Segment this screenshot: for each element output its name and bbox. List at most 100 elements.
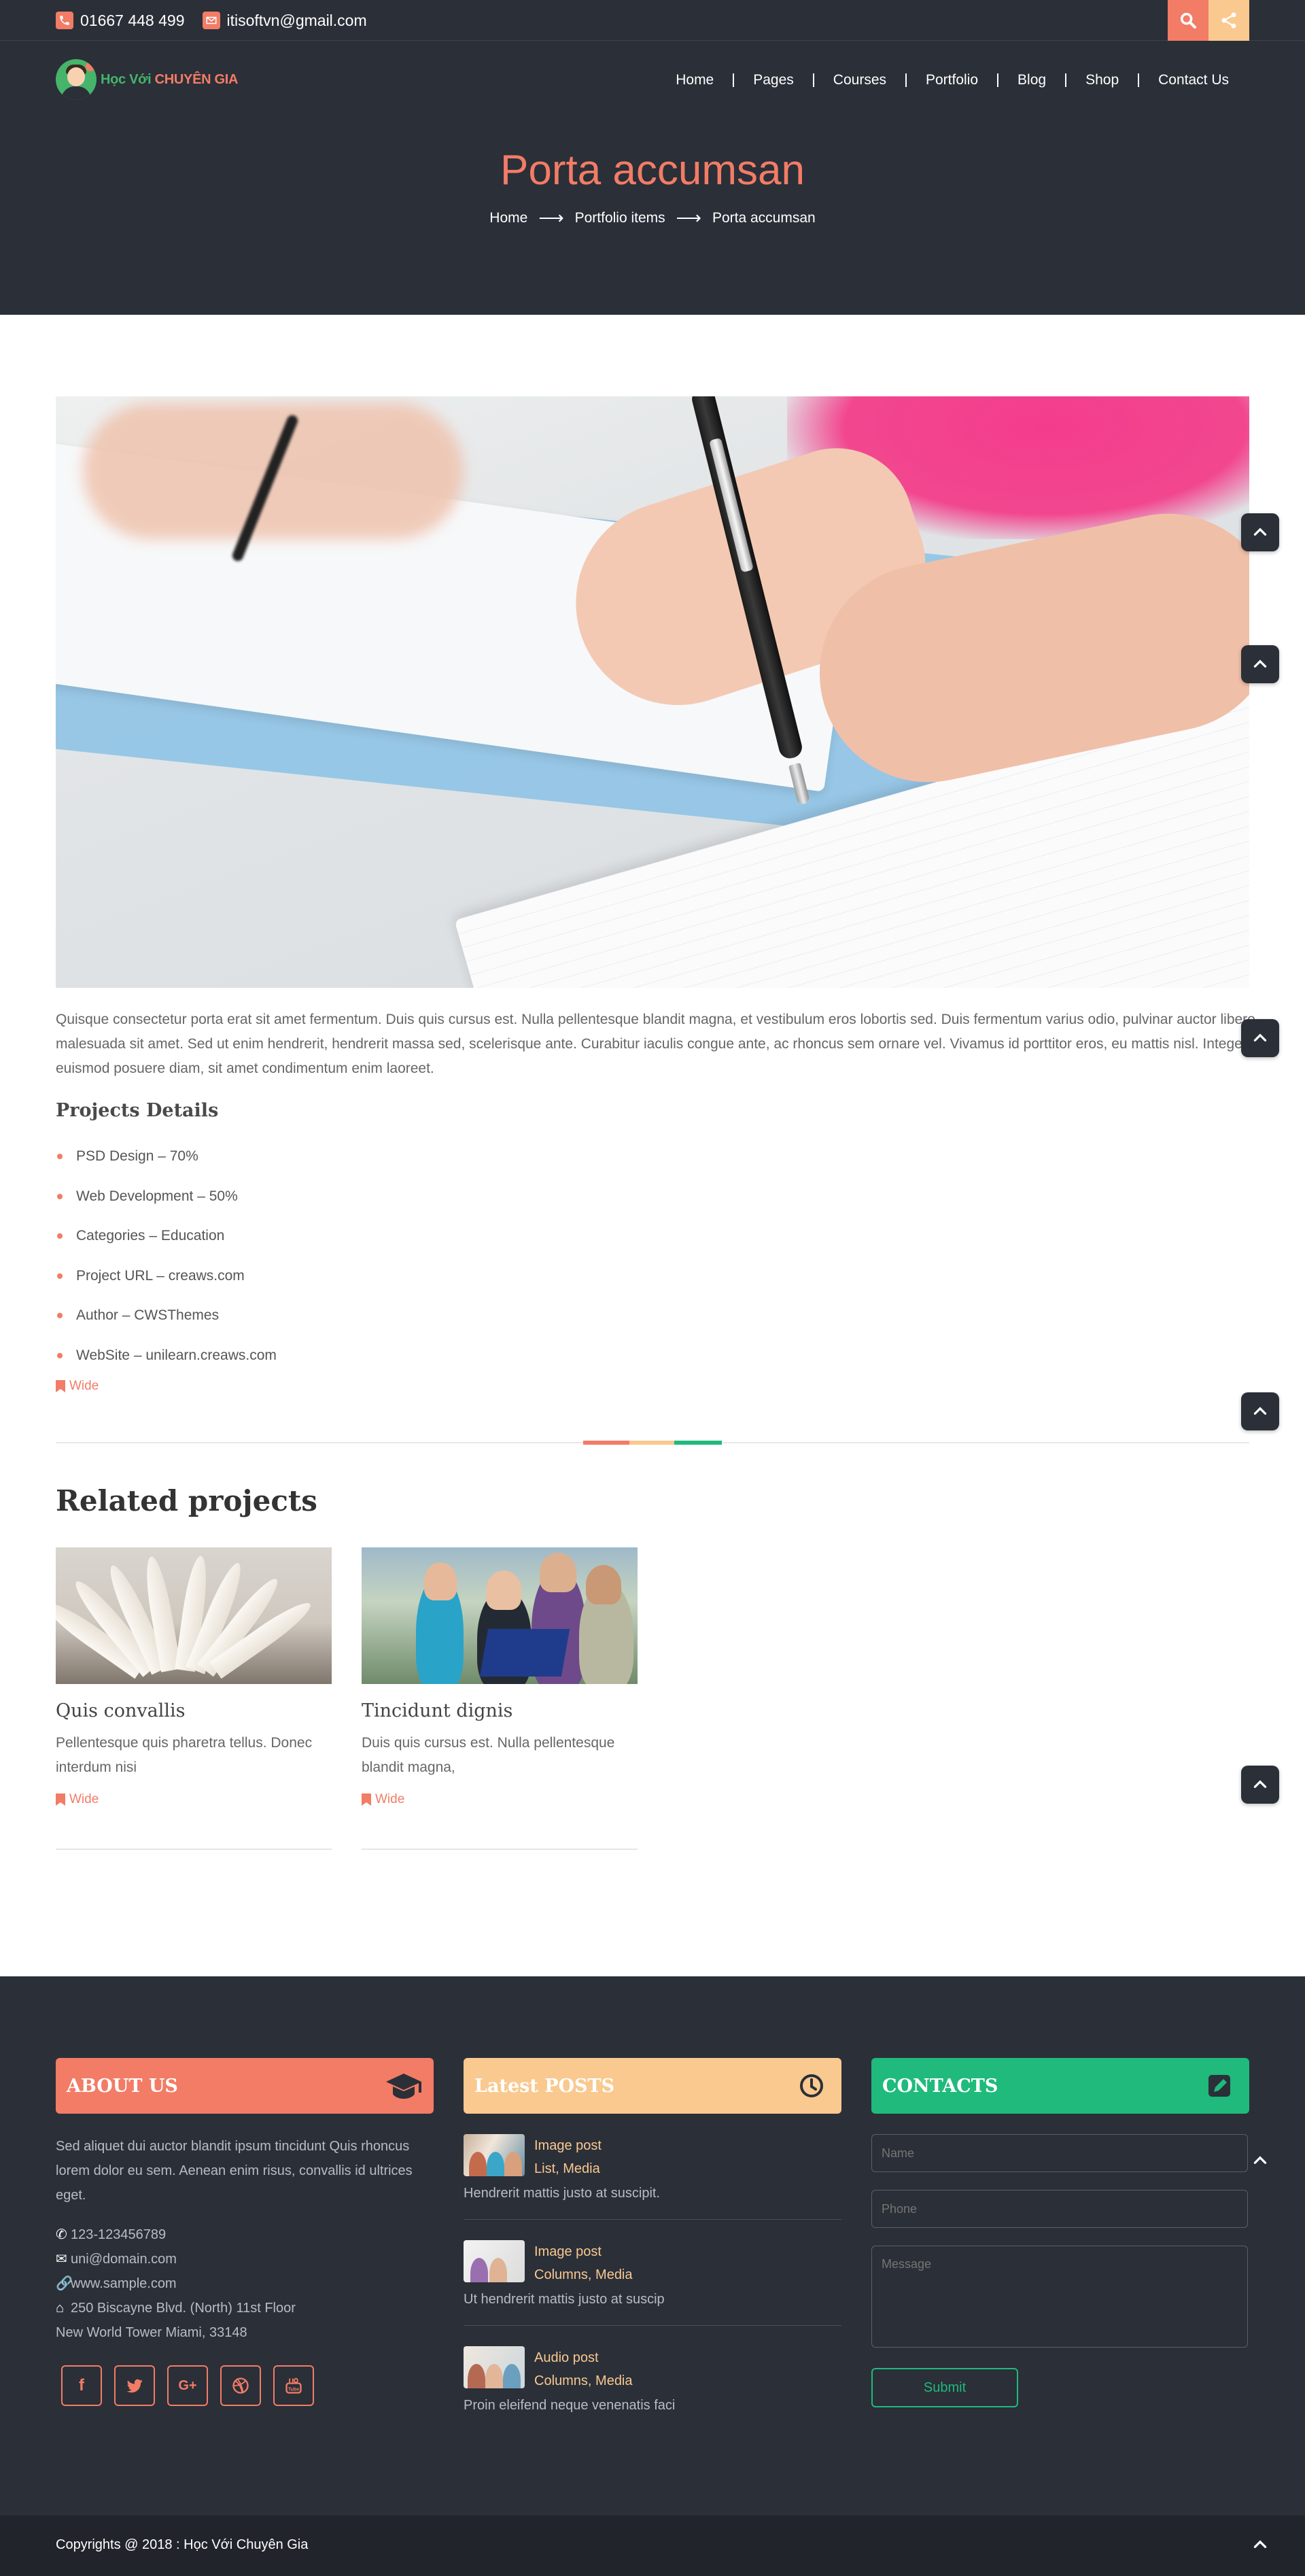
related-projects-heading: Related projects	[56, 1484, 317, 1517]
contact-submit-button[interactable]: Submit	[871, 2368, 1018, 2407]
nav-pages[interactable]: Pages	[734, 72, 813, 88]
contact-name-input[interactable]	[871, 2134, 1248, 2172]
footer-contacts-title: CONTACTS	[882, 2075, 998, 2097]
share-button[interactable]	[1208, 0, 1249, 41]
related-card-title[interactable]: Tincidunt dignis	[362, 1700, 638, 1721]
related-card-tag[interactable]: Wide	[56, 1792, 332, 1807]
related-card-image[interactable]	[362, 1547, 638, 1684]
tag-label: Wide	[69, 1792, 99, 1806]
site-logo[interactable]: Học Với Chuyên Gia	[56, 59, 239, 100]
related-card-text: Duis quis cursus est. Nulla pellentesque…	[362, 1735, 615, 1775]
site-header: 01667 448 499 itisoftvn@gmail.com Học Vớ…	[0, 0, 1305, 315]
google-plus-button[interactable]: G+	[167, 2365, 208, 2406]
top-contact: 01667 448 499 itisoftvn@gmail.com	[56, 0, 367, 41]
nav-portfolio[interactable]: Portfolio	[907, 72, 997, 88]
post-thumbnail[interactable]	[464, 2240, 525, 2282]
list-item: Web Development – 50%	[56, 1177, 277, 1217]
breadcrumb-home[interactable]: Home	[489, 210, 527, 226]
top-phone-text: 01667 448 499	[80, 11, 185, 29]
mail-icon	[202, 12, 220, 29]
nav-courses[interactable]: Courses	[814, 72, 905, 88]
nav-shop[interactable]: Shop	[1066, 72, 1138, 88]
scroll-top-button[interactable]	[1241, 2142, 1279, 2180]
footer-post[interactable]: Image post List, Media	[464, 2114, 841, 2180]
footer-phone: ✆ 123-123456789	[56, 2222, 434, 2247]
related-card-image[interactable]	[56, 1547, 332, 1684]
nav-home[interactable]: Home	[657, 72, 733, 88]
footer-address: ⌂ 250 Biscayne Blvd. (North) 11st Floor	[56, 2296, 434, 2320]
bookmark-icon	[56, 1793, 65, 1806]
related-card[interactable]: Quis convallis Pellentesque quis pharetr…	[56, 1547, 332, 1850]
home-icon: ⌂	[56, 2301, 65, 2316]
post-categories[interactable]: List, Media	[534, 2157, 602, 2180]
breadcrumb-arrow-icon: ⟶	[538, 207, 564, 228]
top-phone[interactable]: 01667 448 499	[56, 12, 185, 30]
nav-blog[interactable]: Blog	[998, 72, 1065, 88]
scroll-top-button[interactable]	[1241, 513, 1279, 551]
footer-email[interactable]: ✉ uni@domain.com	[56, 2247, 434, 2271]
logo-text: Học Với Chuyên Gia	[101, 72, 239, 88]
chevron-up-icon	[1253, 1033, 1267, 1042]
facebook-button[interactable]: f	[61, 2365, 102, 2406]
scroll-top-button[interactable]	[1241, 1392, 1279, 1430]
list-item: Project URL – creaws.com	[56, 1256, 277, 1296]
post-title[interactable]: Image post	[534, 2240, 633, 2263]
footer-about-header: ABOUT US	[56, 2058, 434, 2114]
related-card-tag[interactable]: Wide	[362, 1792, 638, 1807]
contact-phone-input[interactable]	[871, 2190, 1248, 2228]
footer-latest-title: Latest POSTS	[474, 2075, 615, 2097]
footer-contacts-header: CONTACTS	[871, 2058, 1249, 2114]
chevron-up-icon	[1253, 528, 1267, 536]
clock-icon	[800, 2074, 823, 2097]
project-category-tag[interactable]: Wide	[56, 1379, 99, 1394]
list-item: Categories – Education	[56, 1216, 277, 1256]
related-card[interactable]: Tincidunt dignis Duis quis cursus est. N…	[362, 1547, 638, 1850]
post-categories[interactable]: Columns, Media	[534, 2263, 633, 2286]
youtube-button[interactable]: Tube	[273, 2365, 314, 2406]
scroll-top-button[interactable]	[1241, 1766, 1279, 1804]
pencil-icon	[1208, 2075, 1230, 2097]
card-underline	[362, 1849, 638, 1850]
scroll-top-button[interactable]	[1241, 1019, 1279, 1057]
contact-message-input[interactable]	[871, 2246, 1248, 2348]
youtube-icon: Tube	[285, 2377, 302, 2394]
footer-contact-list: ✆ 123-123456789 ✉ uni@domain.com 🔗www.samp…	[56, 2222, 434, 2345]
card-underline	[56, 1849, 332, 1850]
share-icon	[1221, 12, 1236, 29]
breadcrumb-current: Porta accumsan	[712, 209, 816, 226]
post-categories[interactable]: Columns, Media	[534, 2369, 633, 2392]
project-details-list: PSD Design – 70% Web Development – 50% C…	[56, 1137, 277, 1375]
footer-latest-header: Latest POSTS	[464, 2058, 841, 2114]
twitter-button[interactable]	[114, 2365, 155, 2406]
footer-address-line1: 250 Biscayne Blvd. (North) 11st Floor	[71, 2301, 296, 2316]
tag-label: Wide	[375, 1792, 405, 1806]
dribbble-button[interactable]	[220, 2365, 261, 2406]
footer-website[interactable]: 🔗www.sample.com	[56, 2271, 434, 2296]
breadcrumb-portfolio-items[interactable]: Portfolio items	[575, 210, 665, 226]
nav-contact-us[interactable]: Contact Us	[1139, 72, 1229, 88]
divider-accent-1	[583, 1441, 629, 1445]
scroll-top-button[interactable]	[1241, 645, 1279, 683]
svg-text:Tube: Tube	[288, 2388, 299, 2392]
footer-about-title: ABOUT US	[67, 2075, 178, 2097]
post-title[interactable]: Audio post	[534, 2346, 633, 2369]
post-title[interactable]: Image post	[534, 2134, 602, 2157]
top-email[interactable]: itisoftvn@gmail.com	[202, 12, 367, 30]
phone-icon: ✆	[56, 2227, 67, 2242]
tag-label: Wide	[69, 1379, 99, 1393]
post-thumbnail[interactable]	[464, 2346, 525, 2388]
footer-email-text: uni@domain.com	[71, 2252, 177, 2267]
scroll-top-button[interactable]	[1241, 2526, 1279, 2564]
post-thumbnail[interactable]	[464, 2134, 525, 2176]
related-card-title[interactable]: Quis convallis	[56, 1700, 332, 1721]
footer-latest-posts: Latest POSTS Image post List, Media Hend…	[464, 2058, 841, 2431]
post-excerpt: Ut hendrerit mattis justo at suscip	[464, 2292, 841, 2326]
post-excerpt: Hendrerit mattis justo at suscipit.	[464, 2186, 841, 2220]
page-title: Porta accumsan	[500, 147, 805, 194]
post-excerpt: Proin eleifend neque venenatis faci	[464, 2398, 676, 2413]
footer-post[interactable]: Image post Columns, Media	[464, 2220, 841, 2286]
footer-address-2: New World Tower Miami, 33148	[56, 2320, 434, 2345]
search-button[interactable]	[1168, 0, 1208, 41]
logo-avatar-icon	[56, 59, 97, 100]
footer-post[interactable]: Audio post Columns, Media	[464, 2326, 841, 2392]
